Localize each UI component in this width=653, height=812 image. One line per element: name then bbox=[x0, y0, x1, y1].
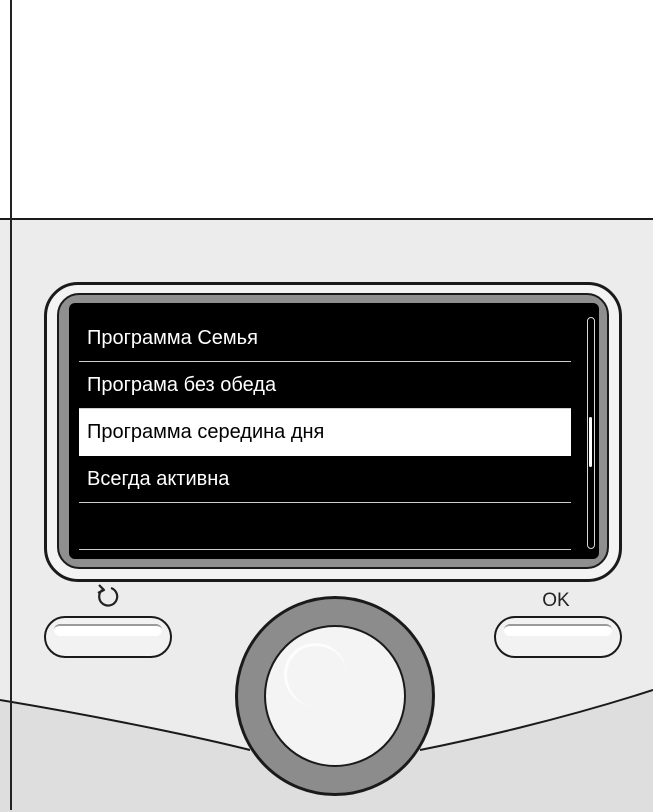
back-arrow-icon bbox=[97, 584, 119, 607]
dial-highlight bbox=[284, 643, 347, 706]
ok-label: OK bbox=[542, 590, 570, 611]
scrollbar-thumb[interactable] bbox=[589, 417, 592, 467]
screen-bezel: Программа Семья Програмa без обеда Прогр… bbox=[44, 282, 622, 582]
menu-scrollbar[interactable] bbox=[587, 317, 595, 549]
menu-item-no-lunch-program[interactable]: Програмa без обеда bbox=[79, 362, 571, 409]
wall-edge-line bbox=[10, 0, 12, 810]
wall-background bbox=[0, 0, 653, 218]
thermostat-device: Программа Семья Програмa без обеда Прогр… bbox=[0, 218, 653, 812]
ok-button[interactable] bbox=[494, 616, 622, 658]
rotary-dial[interactable] bbox=[235, 596, 435, 796]
dial-knob[interactable] bbox=[264, 625, 406, 767]
menu-item-empty bbox=[79, 503, 571, 550]
menu-item-family-program[interactable]: Программа Семья bbox=[79, 315, 571, 362]
back-button[interactable] bbox=[44, 616, 172, 658]
menu-item-midday-program[interactable]: Программа середина дня bbox=[79, 409, 571, 456]
screen-frame: Программа Семья Програмa без обеда Прогр… bbox=[57, 293, 609, 569]
menu-item-always-active[interactable]: Всегда активна bbox=[79, 456, 571, 503]
program-menu: Программа Семья Програмa без обеда Прогр… bbox=[79, 315, 571, 550]
lcd-screen: Программа Семья Програмa без обеда Прогр… bbox=[69, 303, 599, 559]
